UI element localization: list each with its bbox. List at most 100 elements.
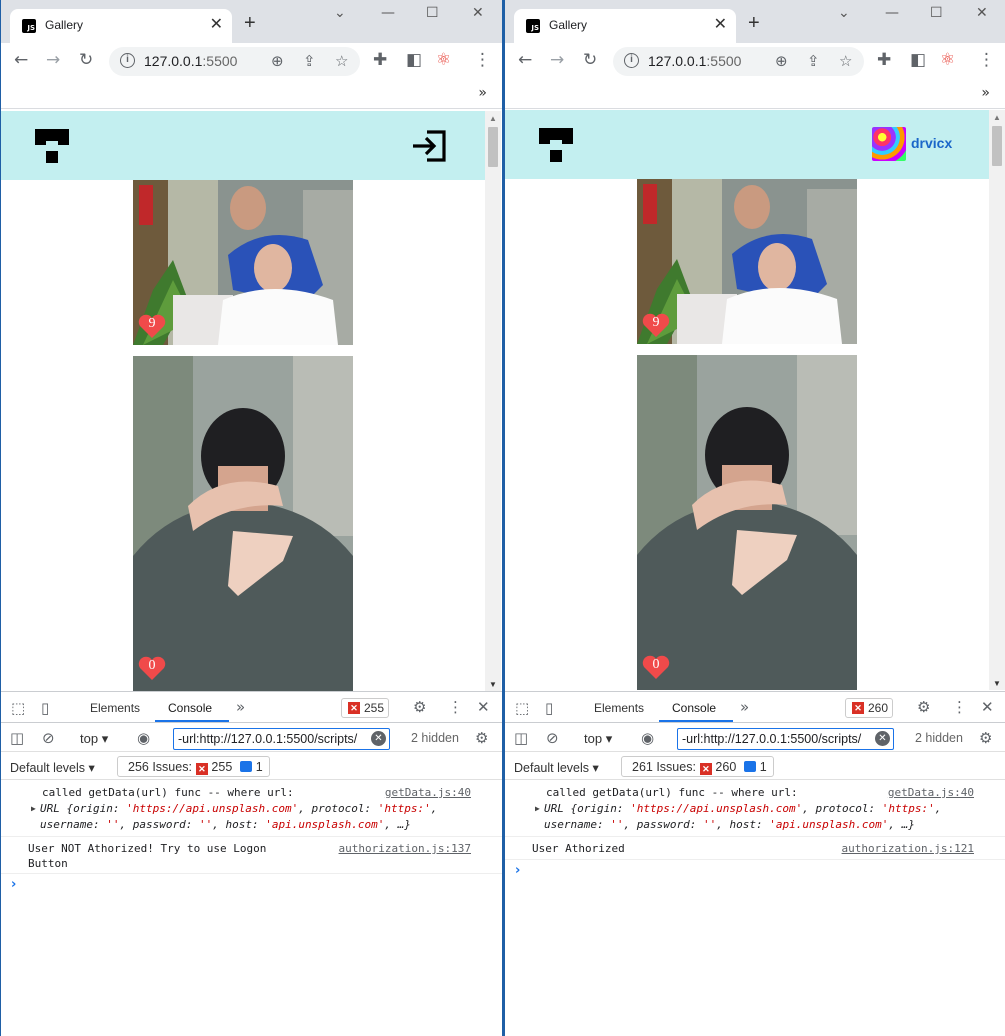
- issues-button[interactable]: 261 Issues: ✕ 260 1: [621, 756, 774, 777]
- site-info-icon[interactable]: i: [120, 53, 135, 68]
- maximize-icon[interactable]: ☐: [930, 5, 943, 21]
- react-devtools-icon[interactable]: ⚛: [940, 50, 955, 70]
- address-bar[interactable]: i 127.0.0.1:5500 ⊕ ⇪ ☆: [613, 47, 864, 76]
- gallery-photo[interactable]: 0: [637, 355, 857, 690]
- device-toolbar-icon[interactable]: ▯: [545, 700, 553, 716]
- expand-triangle-icon[interactable]: ▶: [31, 804, 36, 813]
- device-toolbar-icon[interactable]: ▯: [41, 700, 49, 716]
- scrollbar-thumb[interactable]: [488, 127, 498, 167]
- scroll-up-icon[interactable]: ▲: [993, 113, 1001, 122]
- tab-console[interactable]: Console: [672, 701, 716, 715]
- menu-kebab-icon[interactable]: ⋮: [474, 50, 491, 70]
- login-icon[interactable]: [411, 129, 447, 163]
- gallery-photo[interactable]: 0: [133, 356, 353, 691]
- hidden-messages-count[interactable]: 2 hidden: [915, 731, 963, 745]
- close-window-icon[interactable]: ✕: [976, 5, 988, 21]
- console-prompt-icon[interactable]: ›: [11, 877, 16, 892]
- console-filter-input[interactable]: -url:http://127.0.0.1:5500/scripts/ ✕: [677, 728, 894, 750]
- log-source-link[interactable]: getData.js:40: [385, 786, 471, 799]
- sidebar-toggle-icon[interactable]: ◫: [514, 730, 528, 746]
- tab-gallery[interactable]: JS Gallery ✕: [10, 9, 232, 43]
- new-tab-icon[interactable]: +: [244, 13, 256, 33]
- reload-icon[interactable]: ↻: [79, 50, 93, 70]
- new-tab-icon[interactable]: +: [748, 13, 760, 33]
- tab-console[interactable]: Console: [168, 701, 212, 715]
- expand-triangle-icon[interactable]: ▶: [535, 804, 540, 813]
- more-tabs-icon[interactable]: »: [236, 699, 245, 715]
- page-scrollbar[interactable]: ▲ ▼: [989, 110, 1005, 690]
- log-source-link[interactable]: authorization.js:121: [842, 842, 974, 855]
- more-bookmarks-icon[interactable]: »: [981, 85, 990, 101]
- gallery-photo[interactable]: 9: [133, 180, 353, 345]
- log-source-link[interactable]: authorization.js:137: [339, 842, 471, 855]
- log-object-line[interactable]: URL {origin: 'https://api.unsplash.com',…: [40, 802, 437, 815]
- clear-console-icon[interactable]: ⊘: [546, 730, 559, 746]
- devtools-menu-icon[interactable]: ⋮: [952, 699, 967, 715]
- address-bar[interactable]: i 127.0.0.1:5500 ⊕ ⇪ ☆: [109, 47, 360, 76]
- chevron-down-icon[interactable]: ⌄: [334, 5, 346, 21]
- close-tab-icon[interactable]: ✕: [714, 16, 727, 34]
- scroll-up-icon[interactable]: ▲: [489, 114, 497, 123]
- error-count-badge[interactable]: ✕ 260: [845, 698, 894, 718]
- inspect-element-icon[interactable]: ⬚: [515, 700, 529, 716]
- console-settings-gear-icon[interactable]: ⚙: [475, 730, 488, 746]
- tab-elements[interactable]: Elements: [90, 701, 140, 715]
- log-source-link[interactable]: getData.js:40: [888, 786, 974, 799]
- side-panel-icon[interactable]: ◧: [910, 50, 926, 70]
- minimize-icon[interactable]: —: [885, 5, 899, 21]
- devtools-menu-icon[interactable]: ⋮: [448, 699, 463, 715]
- zoom-icon[interactable]: ⊕: [775, 52, 788, 70]
- chevron-down-icon[interactable]: ⌄: [838, 5, 850, 21]
- settings-gear-icon[interactable]: ⚙: [413, 699, 426, 715]
- bookmark-star-icon[interactable]: ☆: [839, 52, 852, 70]
- more-bookmarks-icon[interactable]: »: [478, 85, 487, 101]
- share-icon[interactable]: ⇪: [303, 52, 316, 70]
- settings-gear-icon[interactable]: ⚙: [917, 699, 930, 715]
- console-filter-input[interactable]: -url:http://127.0.0.1:5500/scripts/ ✕: [173, 728, 390, 750]
- extensions-icon[interactable]: ✚: [877, 50, 891, 70]
- minimize-icon[interactable]: —: [381, 5, 395, 21]
- clear-console-icon[interactable]: ⊘: [42, 730, 55, 746]
- app-logo-icon[interactable]: [539, 128, 573, 162]
- more-tabs-icon[interactable]: »: [740, 699, 749, 715]
- share-icon[interactable]: ⇪: [807, 52, 820, 70]
- tab-gallery[interactable]: JS Gallery ✕: [514, 9, 736, 43]
- user-avatar[interactable]: [872, 127, 906, 161]
- close-window-icon[interactable]: ✕: [472, 5, 484, 21]
- close-devtools-icon[interactable]: ✕: [477, 699, 490, 715]
- scroll-down-icon[interactable]: ▼: [993, 679, 1001, 688]
- zoom-icon[interactable]: ⊕: [271, 52, 284, 70]
- console-settings-gear-icon[interactable]: ⚙: [979, 730, 992, 746]
- issues-button[interactable]: 256 Issues: ✕ 255 1: [117, 756, 270, 777]
- log-levels-dropdown[interactable]: Default levels ▾: [514, 760, 599, 775]
- maximize-icon[interactable]: ☐: [426, 5, 439, 21]
- back-icon[interactable]: ←: [14, 50, 28, 70]
- close-tab-icon[interactable]: ✕: [210, 16, 223, 34]
- menu-kebab-icon[interactable]: ⋮: [978, 50, 995, 70]
- forward-icon[interactable]: →: [550, 50, 564, 70]
- app-logo-icon[interactable]: [35, 129, 69, 163]
- gallery-photo[interactable]: 9: [637, 179, 857, 344]
- live-expression-eye-icon[interactable]: ◉: [641, 730, 654, 746]
- context-selector[interactable]: top ▾: [584, 731, 612, 747]
- console-prompt-icon[interactable]: ›: [515, 863, 520, 878]
- inspect-element-icon[interactable]: ⬚: [11, 700, 25, 716]
- live-expression-eye-icon[interactable]: ◉: [137, 730, 150, 746]
- scroll-down-icon[interactable]: ▼: [489, 680, 497, 689]
- log-object-line[interactable]: URL {origin: 'https://api.unsplash.com',…: [544, 802, 941, 815]
- page-scrollbar[interactable]: ▲ ▼: [485, 111, 501, 691]
- hidden-messages-count[interactable]: 2 hidden: [411, 731, 459, 745]
- close-devtools-icon[interactable]: ✕: [981, 699, 994, 715]
- scrollbar-thumb[interactable]: [992, 126, 1002, 166]
- context-selector[interactable]: top ▾: [80, 731, 108, 747]
- log-levels-dropdown[interactable]: Default levels ▾: [10, 760, 95, 775]
- forward-icon[interactable]: →: [46, 50, 60, 70]
- back-icon[interactable]: ←: [518, 50, 532, 70]
- reload-icon[interactable]: ↻: [583, 50, 597, 70]
- extensions-icon[interactable]: ✚: [373, 50, 387, 70]
- bookmark-star-icon[interactable]: ☆: [335, 52, 348, 70]
- site-info-icon[interactable]: i: [624, 53, 639, 68]
- clear-filter-icon[interactable]: ✕: [875, 731, 890, 746]
- tab-elements[interactable]: Elements: [594, 701, 644, 715]
- clear-filter-icon[interactable]: ✕: [371, 731, 386, 746]
